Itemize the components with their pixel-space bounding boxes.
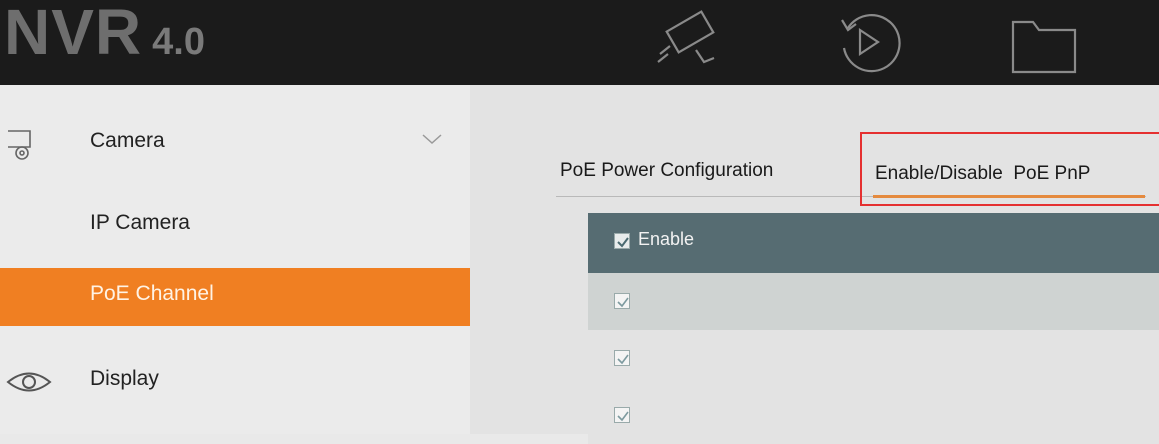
sidebar: Camera IP Camera PoE Channel Display: [0, 85, 470, 434]
top-bar: NVR 4.0: [0, 0, 1159, 85]
brand-version: 4.0: [152, 21, 205, 63]
chevron-down-icon[interactable]: [420, 131, 444, 152]
row-enable-checkbox[interactable]: [614, 350, 630, 366]
tab-poe-power-configuration[interactable]: PoE Power Configuration: [560, 160, 773, 182]
sidebar-item-poe-channel[interactable]: PoE Channel: [0, 268, 470, 326]
sidebar-item-label: Camera: [90, 129, 165, 152]
brand-name: NVR: [4, 0, 143, 68]
table-header: Enable: [588, 213, 1159, 273]
row-enable-checkbox[interactable]: [614, 293, 630, 309]
highlight-box: [860, 132, 1159, 206]
folder-icon[interactable]: [1005, 6, 1085, 83]
sidebar-item-label: PoE Channel: [90, 282, 214, 305]
brand-logo: NVR 4.0: [4, 0, 205, 67]
sidebar-item-label: IP Camera: [90, 211, 190, 234]
table-row: [588, 330, 1159, 387]
enable-all-checkbox[interactable]: [614, 233, 630, 249]
sidebar-item-label: Display: [90, 367, 159, 390]
sidebar-item-ip-camera[interactable]: IP Camera: [0, 197, 470, 255]
camera-icon[interactable]: [648, 6, 738, 83]
row-enable-checkbox[interactable]: [614, 407, 630, 423]
eye-icon: [6, 367, 52, 402]
sidebar-item-camera[interactable]: Camera: [0, 115, 470, 173]
table-row: [588, 387, 1159, 444]
sidebar-item-display[interactable]: Display: [0, 353, 470, 411]
table-row: [588, 273, 1159, 330]
main-panel: PoE Power Configuration Enable/Disable P…: [470, 85, 1159, 444]
camera-settings-icon: [2, 127, 36, 166]
playback-icon[interactable]: [826, 6, 906, 83]
enable-column-header: Enable: [638, 229, 695, 249]
